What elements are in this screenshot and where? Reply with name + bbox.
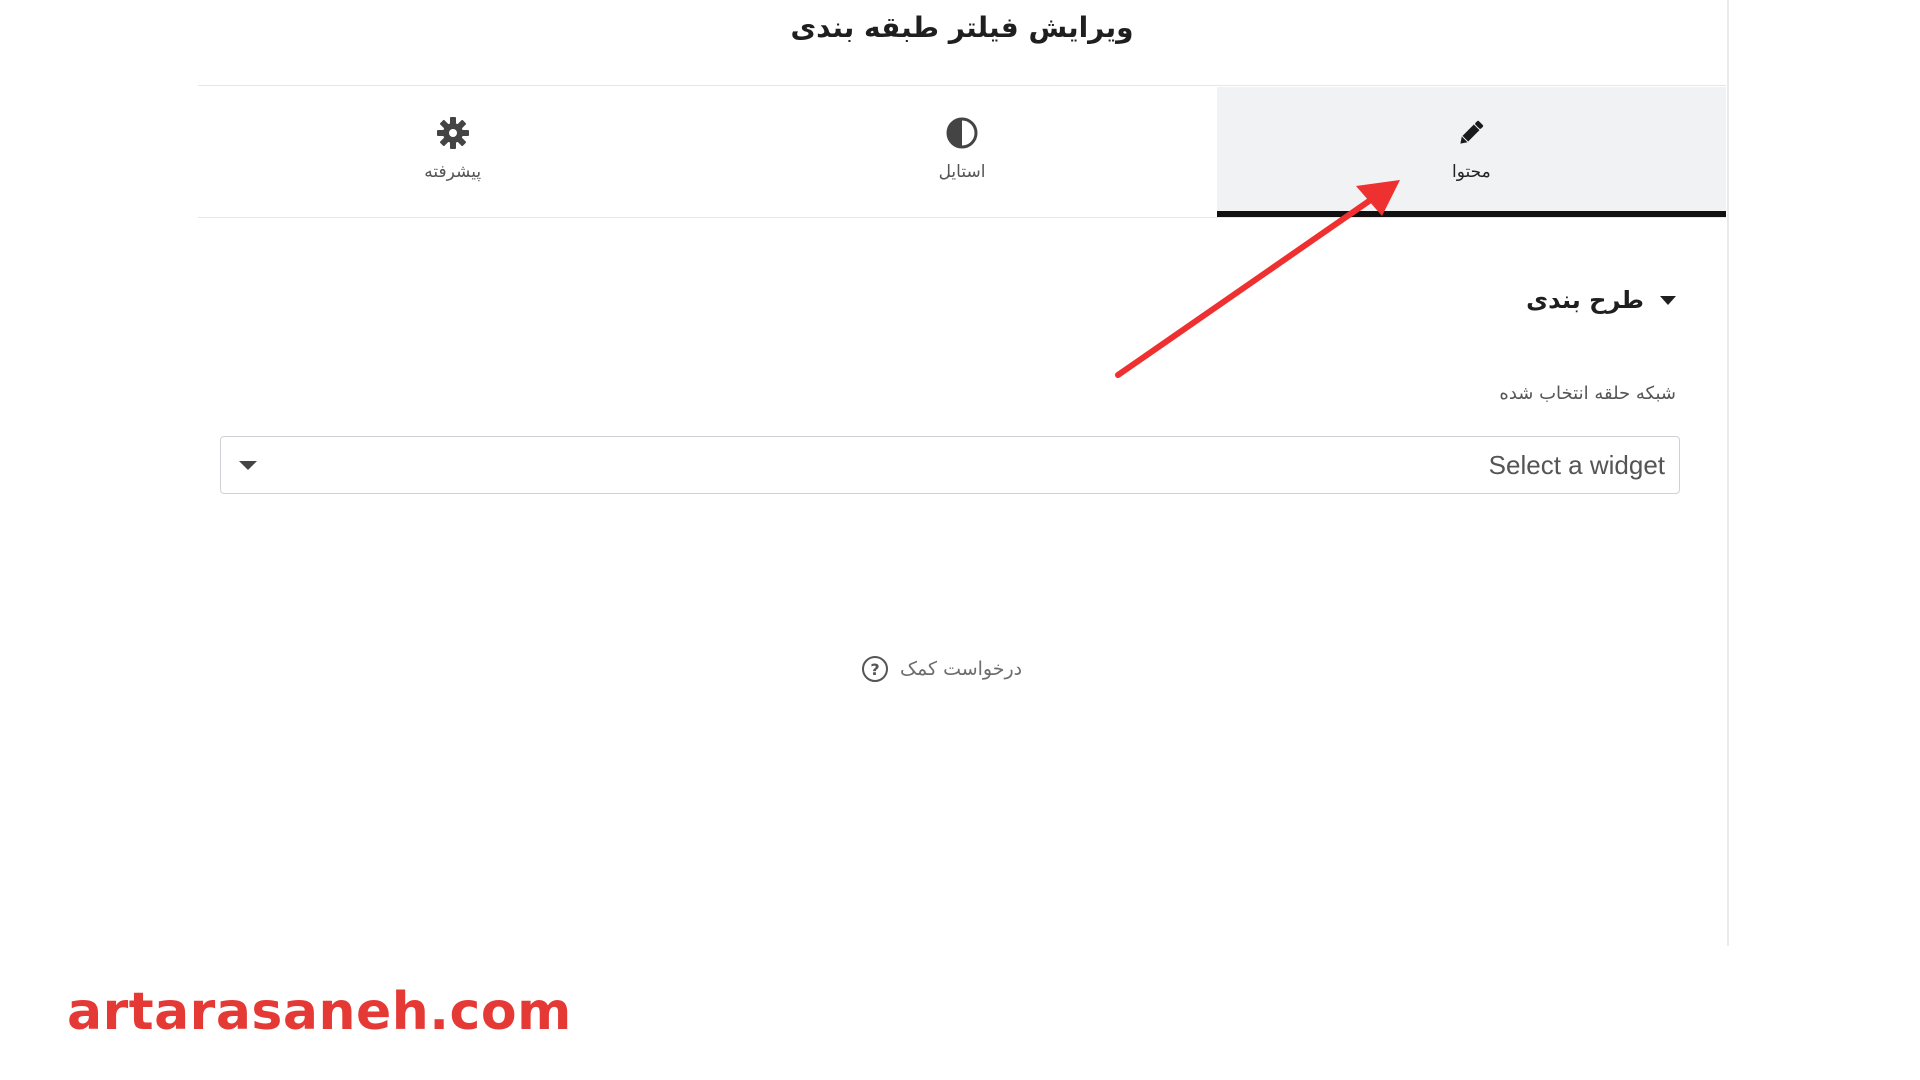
question-icon: ? bbox=[862, 656, 888, 682]
gear-icon bbox=[436, 116, 470, 150]
panel-title: ویرایش فیلتر طبقه بندی bbox=[198, 0, 1726, 86]
panel-divider bbox=[1727, 0, 1729, 946]
tab-style-label: استایل bbox=[938, 162, 986, 182]
tab-content[interactable]: محتوا bbox=[1216, 87, 1727, 217]
chevron-down-icon bbox=[239, 460, 257, 470]
caret-down-icon bbox=[1660, 295, 1676, 305]
tab-advanced[interactable]: پیشرفته bbox=[198, 87, 707, 217]
tab-bar: محتوا استایل پیشرفته bbox=[198, 87, 1727, 218]
field-label: شبکه حلقه انتخاب شده bbox=[1499, 383, 1676, 404]
help-link[interactable]: ? درخواست کمک bbox=[862, 656, 1022, 682]
tab-style[interactable]: استایل bbox=[707, 87, 1216, 217]
editor-panel: ویرایش فیلتر طبقه بندی محتوا استایل پیشر… bbox=[198, 0, 1727, 946]
screenshot-stage: ویرایش فیلتر طبقه بندی محتوا استایل پیشر… bbox=[0, 0, 1920, 1080]
section-title: طرح بندی bbox=[1526, 286, 1644, 314]
section-layout-toggle[interactable]: طرح بندی bbox=[1526, 286, 1676, 314]
half-circle-icon bbox=[945, 116, 979, 150]
widget-select[interactable]: Select a widget bbox=[220, 436, 1680, 494]
pencil-icon bbox=[1454, 116, 1488, 150]
select-value: Select a widget bbox=[1488, 449, 1665, 480]
tab-advanced-label: پیشرفته bbox=[424, 162, 482, 182]
watermark-text: artarasaneh.com bbox=[67, 982, 572, 1042]
tab-content-label: محتوا bbox=[1451, 162, 1491, 182]
help-label: درخواست کمک bbox=[900, 658, 1023, 680]
